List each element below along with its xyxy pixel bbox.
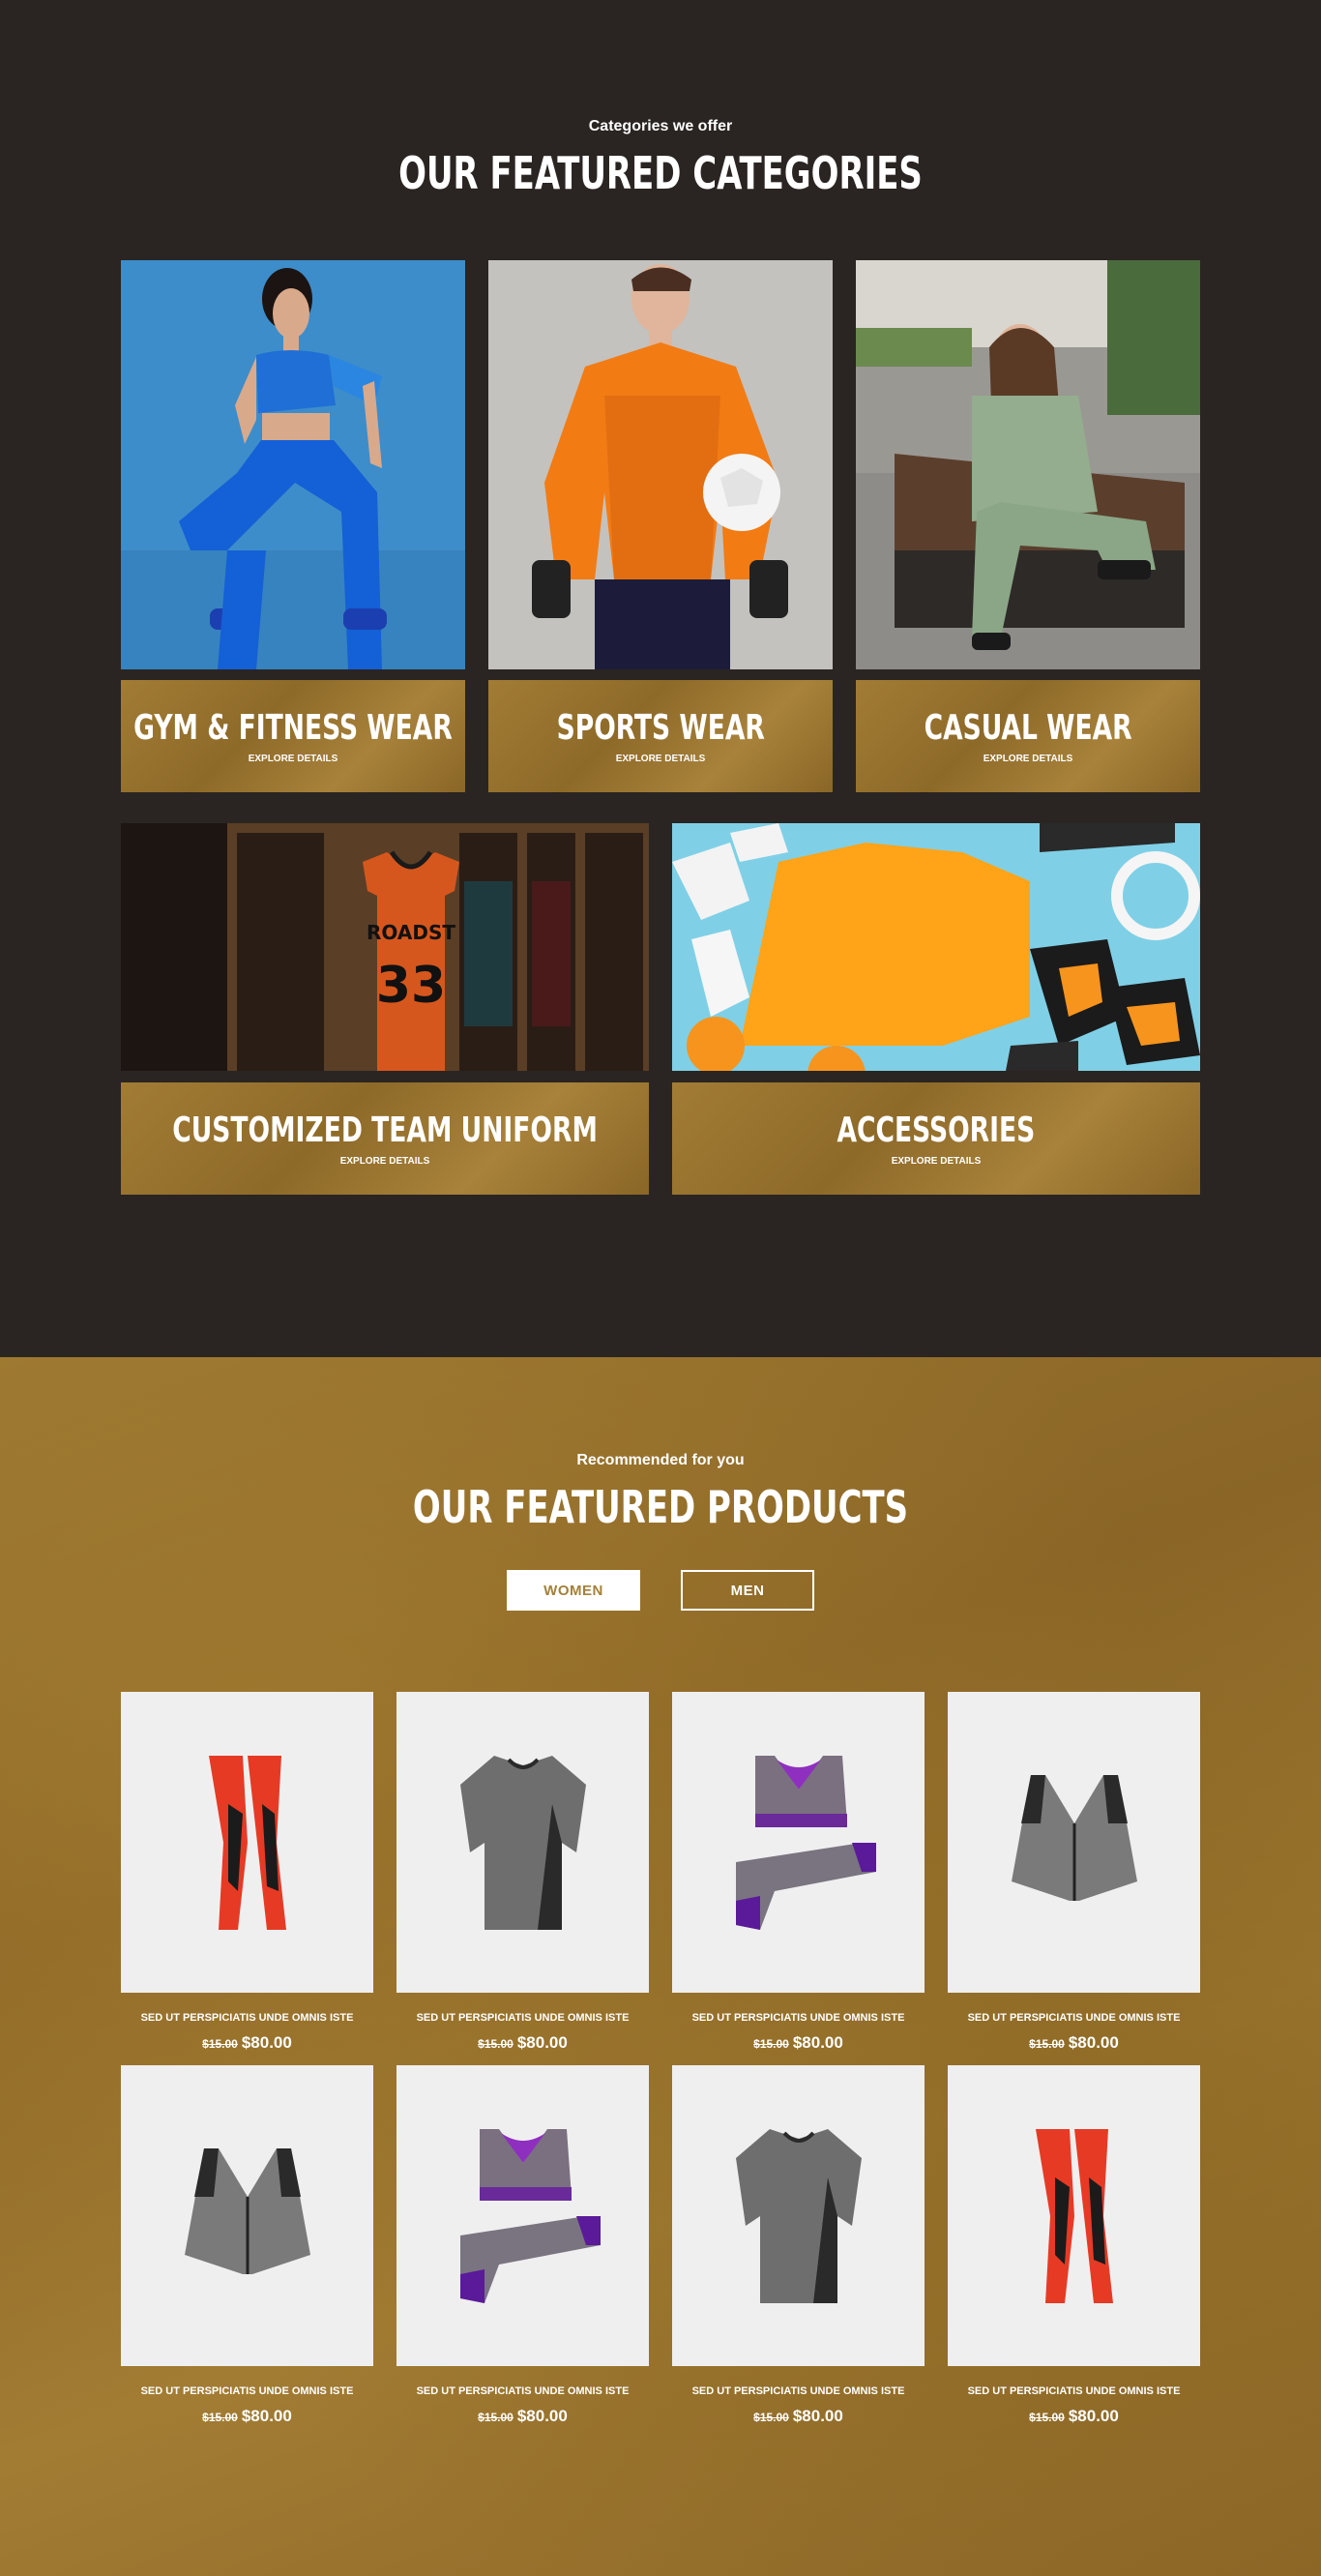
products-title: OUR FEATURED PRODUCTS xyxy=(412,1481,909,1533)
product-name[interactable]: SED UT PERSPICIATIS UNDE OMNIS ISTE xyxy=(672,2012,925,2024)
product-name[interactable]: SED UT PERSPICIATIS UNDE OMNIS ISTE xyxy=(396,2012,649,2024)
product-price: $15.00 $80.00 xyxy=(121,2407,373,2426)
product-card[interactable]: SED UT PERSPICIATIS UNDE OMNIS ISTE $15.… xyxy=(121,2065,373,2426)
new-price: $80.00 xyxy=(792,2407,843,2425)
tab-men[interactable]: MEN xyxy=(681,1570,814,1611)
tab-women[interactable]: WOMEN xyxy=(507,1570,640,1611)
category-name-accessories: ACCESSORIES xyxy=(837,1110,1036,1150)
category-image-gym[interactable] xyxy=(121,260,465,669)
category-name-team-uniform: CUSTOMIZED TEAM UNIFORM xyxy=(172,1110,598,1150)
products-subtitle: Recommended for you xyxy=(576,1452,745,1468)
categories-title: OUR FEATURED CATEGORIES xyxy=(398,147,923,199)
featured-products-section: Recommended for you OUR FEATURED PRODUCT… xyxy=(0,1357,1321,2576)
new-price: $80.00 xyxy=(241,2407,292,2425)
old-price: $15.00 xyxy=(1029,2411,1065,2424)
product-image-grey-sports-bra[interactable] xyxy=(121,2065,373,2366)
product-image-purple-bra-set[interactable] xyxy=(672,1692,925,1993)
new-price: $80.00 xyxy=(241,2033,292,2052)
explore-details-link-sports[interactable]: EXPLORE DETAILS xyxy=(616,754,706,764)
category-image-casual[interactable] xyxy=(856,260,1200,669)
product-price: $15.00 $80.00 xyxy=(121,2033,373,2053)
old-price: $15.00 xyxy=(202,2411,238,2424)
product-price: $15.00 $80.00 xyxy=(396,2033,649,2053)
category-card-accessories[interactable]: ACCESSORIES EXPLORE DETAILS xyxy=(672,823,1200,1195)
product-image-grey-compression-shirt[interactable] xyxy=(396,1692,649,1993)
featured-categories-section: Categories we offer OUR FEATURED CATEGOR… xyxy=(0,0,1321,1357)
product-card[interactable]: SED UT PERSPICIATIS UNDE OMNIS ISTE $15.… xyxy=(396,1692,649,2053)
old-price: $15.00 xyxy=(202,2037,238,2051)
product-image-red-leggings[interactable] xyxy=(121,1692,373,1993)
product-price: $15.00 $80.00 xyxy=(396,2407,649,2426)
svg-text:ROADST: ROADST xyxy=(367,921,455,944)
old-price: $15.00 xyxy=(478,2411,514,2424)
product-name[interactable]: SED UT PERSPICIATIS UNDE OMNIS ISTE xyxy=(121,2012,373,2024)
product-price: $15.00 $80.00 xyxy=(948,2407,1200,2426)
product-price: $15.00 $80.00 xyxy=(948,2033,1200,2053)
category-card-gym[interactable]: GYM & FITNESS WEAR EXPLORE DETAILS xyxy=(121,260,465,792)
category-name-casual: CASUAL WEAR xyxy=(924,708,1132,748)
old-price: $15.00 xyxy=(478,2037,514,2051)
category-plate-team-uniform[interactable]: CUSTOMIZED TEAM UNIFORM EXPLORE DETAILS xyxy=(121,1082,649,1195)
category-card-casual[interactable]: CASUAL WEAR EXPLORE DETAILS xyxy=(856,260,1200,792)
explore-details-link-team-uniform[interactable]: EXPLORE DETAILS xyxy=(340,1156,430,1167)
category-card-sports[interactable]: SPORTS WEAR EXPLORE DETAILS xyxy=(488,260,833,792)
category-image-sports[interactable] xyxy=(488,260,833,669)
product-price: $15.00 $80.00 xyxy=(672,2033,925,2053)
category-card-team-uniform[interactable]: ROADST 33 CUSTOMIZED TEAM UNIFORM EXPLOR… xyxy=(121,823,649,1195)
product-name[interactable]: SED UT PERSPICIATIS UNDE OMNIS ISTE xyxy=(121,2385,373,2397)
explore-details-link-gym[interactable]: EXPLORE DETAILS xyxy=(249,754,338,764)
explore-details-link-accessories[interactable]: EXPLORE DETAILS xyxy=(892,1156,982,1167)
category-plate-casual[interactable]: CASUAL WEAR EXPLORE DETAILS xyxy=(856,680,1200,792)
product-image-grey-compression-shirt[interactable] xyxy=(672,2065,925,2366)
category-plate-accessories[interactable]: ACCESSORIES EXPLORE DETAILS xyxy=(672,1082,1200,1195)
old-price: $15.00 xyxy=(1029,2037,1065,2051)
product-image-red-leggings[interactable] xyxy=(948,2065,1200,2366)
product-card[interactable]: SED UT PERSPICIATIS UNDE OMNIS ISTE $15.… xyxy=(948,1692,1200,2053)
new-price: $80.00 xyxy=(1068,2407,1119,2425)
category-image-accessories[interactable] xyxy=(672,823,1200,1071)
product-card[interactable]: SED UT PERSPICIATIS UNDE OMNIS ISTE $15.… xyxy=(948,2065,1200,2426)
old-price: $15.00 xyxy=(753,2411,789,2424)
category-image-team-uniform[interactable]: ROADST 33 xyxy=(121,823,649,1071)
product-card[interactable]: SED UT PERSPICIATIS UNDE OMNIS ISTE $15.… xyxy=(121,1692,373,2053)
svg-text:33: 33 xyxy=(376,957,446,1015)
category-plate-sports[interactable]: SPORTS WEAR EXPLORE DETAILS xyxy=(488,680,833,792)
category-name-gym: GYM & FITNESS WEAR xyxy=(133,708,453,748)
product-image-purple-bra-set[interactable] xyxy=(396,2065,649,2366)
product-name[interactable]: SED UT PERSPICIATIS UNDE OMNIS ISTE xyxy=(948,2012,1200,2024)
new-price: $80.00 xyxy=(516,2033,568,2052)
new-price: $80.00 xyxy=(792,2033,843,2052)
new-price: $80.00 xyxy=(516,2407,568,2425)
product-card[interactable]: SED UT PERSPICIATIS UNDE OMNIS ISTE $15.… xyxy=(396,2065,649,2426)
new-price: $80.00 xyxy=(1068,2033,1119,2052)
old-price: $15.00 xyxy=(753,2037,789,2051)
product-name[interactable]: SED UT PERSPICIATIS UNDE OMNIS ISTE xyxy=(948,2385,1200,2397)
product-card[interactable]: SED UT PERSPICIATIS UNDE OMNIS ISTE $15.… xyxy=(672,2065,925,2426)
product-name[interactable]: SED UT PERSPICIATIS UNDE OMNIS ISTE xyxy=(396,2385,649,2397)
category-plate-gym[interactable]: GYM & FITNESS WEAR EXPLORE DETAILS xyxy=(121,680,465,792)
product-image-grey-sports-bra[interactable] xyxy=(948,1692,1200,1993)
explore-details-link-casual[interactable]: EXPLORE DETAILS xyxy=(983,754,1073,764)
product-price: $15.00 $80.00 xyxy=(672,2407,925,2426)
product-card[interactable]: SED UT PERSPICIATIS UNDE OMNIS ISTE $15.… xyxy=(672,1692,925,2053)
category-name-sports: SPORTS WEAR xyxy=(556,708,765,748)
categories-subtitle: Categories we offer xyxy=(588,118,733,134)
product-name[interactable]: SED UT PERSPICIATIS UNDE OMNIS ISTE xyxy=(672,2385,925,2397)
